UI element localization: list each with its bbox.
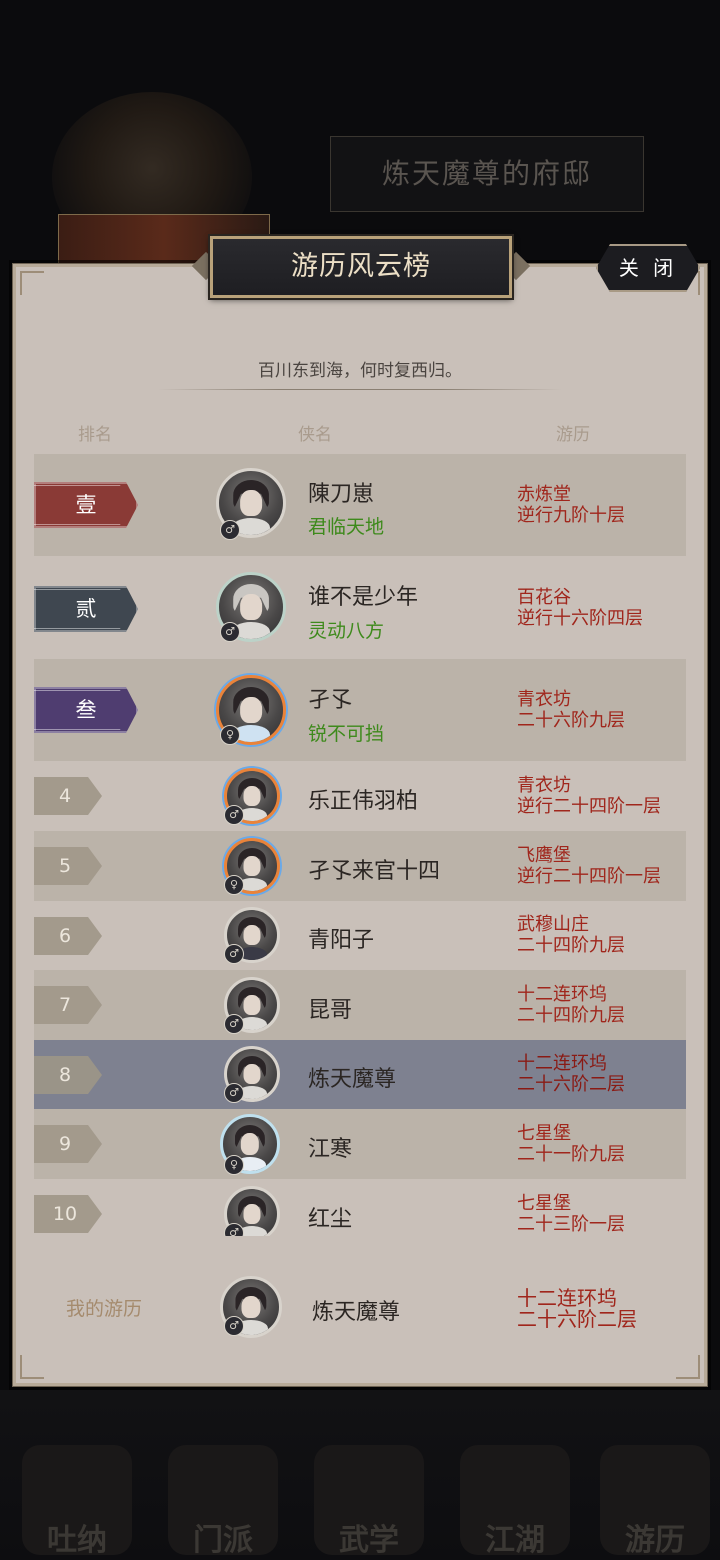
journey-level: 逆行九阶十层 bbox=[517, 505, 625, 526]
my-journey-location: 十二连环坞 bbox=[517, 1286, 617, 1310]
ranking-list[interactable]: 壹 ♂ 陳刀崽 君临天地 赤炼堂 逆行九阶十层 贰 ♂ 谁不是少年 灵动八方 百… bbox=[34, 454, 686, 1236]
ranking-row-3[interactable]: 叁 ♀ 孑孓 锐不可挡 青衣坊 二十六阶九层 bbox=[34, 659, 686, 761]
nav-tuna-label: 吐纳 bbox=[47, 1523, 107, 1558]
journey-level: 二十四阶九层 bbox=[517, 935, 625, 956]
rank-badge: 贰 bbox=[34, 586, 138, 632]
journey-location: 青衣坊 bbox=[517, 689, 571, 710]
ranking-row-7[interactable]: 7 ♂ 昆哥 十二连环坞 二十四阶九层 bbox=[34, 970, 686, 1040]
rank-badge: 4 bbox=[34, 777, 102, 815]
male-icon: ♂ bbox=[224, 944, 244, 964]
player-name: 谁不是少年 bbox=[308, 585, 419, 610]
rank-badge: 6 bbox=[34, 917, 102, 955]
ranking-row-4[interactable]: 4 ♂ 乐正伟羽柏 青衣坊 逆行二十四阶一层 bbox=[34, 761, 686, 831]
journey-location: 十二连环坞 bbox=[517, 1053, 607, 1074]
female-icon: ♀ bbox=[224, 875, 244, 895]
player-name: 孑孓来官十四 bbox=[308, 859, 441, 884]
motto-text: 百川东到海，何时复西归。 bbox=[258, 361, 462, 381]
male-icon: ♂ bbox=[224, 1316, 244, 1336]
divider bbox=[158, 389, 562, 390]
dialog-title: 游历风云榜 bbox=[210, 236, 512, 298]
male-icon: ♂ bbox=[224, 1223, 244, 1236]
male-icon: ♂ bbox=[224, 805, 244, 825]
player-name: 陳刀崽 bbox=[308, 482, 375, 507]
player-name: 昆哥 bbox=[308, 998, 353, 1023]
player-title: 君临天地 bbox=[308, 516, 385, 538]
mansion-title: 炼天魔尊的府邸 bbox=[330, 136, 644, 212]
journey-location: 百花谷 bbox=[517, 587, 571, 608]
journey-location: 赤炼堂 bbox=[517, 484, 571, 505]
journey-level: 二十四阶九层 bbox=[517, 1005, 625, 1026]
my-journey-level: 二十六阶二层 bbox=[517, 1307, 637, 1331]
player-name: 炼天魔尊 bbox=[308, 1067, 397, 1092]
nav-martial-label: 武学 bbox=[339, 1523, 399, 1558]
player-name: 红尘 bbox=[308, 1207, 353, 1232]
player-title: 灵动八方 bbox=[308, 620, 385, 642]
journey-level: 逆行二十四阶一层 bbox=[517, 796, 661, 817]
journey-location: 七星堡 bbox=[517, 1193, 571, 1214]
my-journey-label: 我的游历 bbox=[66, 1298, 143, 1320]
ranking-row-6[interactable]: 6 ♂ 青阳子 武穆山庄 二十四阶九层 bbox=[34, 901, 686, 970]
journey-level: 二十六阶二层 bbox=[517, 1074, 625, 1095]
male-icon: ♂ bbox=[220, 520, 240, 540]
player-title: 锐不可挡 bbox=[308, 723, 385, 745]
male-icon: ♂ bbox=[224, 1014, 244, 1034]
journey-location: 十二连环坞 bbox=[517, 984, 607, 1005]
journey-location: 七星堡 bbox=[517, 1123, 571, 1144]
player-name: 乐正伟羽柏 bbox=[308, 789, 419, 814]
journey-level: 逆行十六阶四层 bbox=[517, 608, 643, 629]
journey-level: 二十六阶九层 bbox=[517, 710, 625, 731]
journey-location: 青衣坊 bbox=[517, 775, 571, 796]
ranking-row-2[interactable]: 贰 ♂ 谁不是少年 灵动八方 百花谷 逆行十六阶四层 bbox=[34, 556, 686, 659]
rank-badge: 9 bbox=[34, 1125, 102, 1163]
rank-badge: 10 bbox=[34, 1195, 102, 1233]
column-header-name: 侠名 bbox=[298, 425, 332, 445]
female-icon: ♀ bbox=[224, 1155, 244, 1175]
male-icon: ♂ bbox=[220, 622, 240, 642]
column-header-journey: 游历 bbox=[556, 425, 590, 445]
journey-level: 二十一阶九层 bbox=[517, 1144, 625, 1165]
corner-ornament bbox=[20, 271, 44, 295]
player-name: 江寒 bbox=[308, 1137, 353, 1162]
ranking-row-9[interactable]: 9 ♀ 江寒 七星堡 二十一阶九层 bbox=[34, 1109, 686, 1179]
journey-location: 飞鹰堡 bbox=[517, 845, 571, 866]
rank-badge: 5 bbox=[34, 847, 102, 885]
male-icon: ♂ bbox=[224, 1083, 244, 1103]
nav-journey-label: 游历 bbox=[625, 1523, 685, 1558]
journey-level: 逆行二十四阶一层 bbox=[517, 866, 661, 887]
my-name: 炼天魔尊 bbox=[312, 1300, 401, 1325]
rank-badge: 7 bbox=[34, 986, 102, 1024]
ranking-row-10[interactable]: 10 ♂ 红尘 七星堡 二十三阶一层 bbox=[34, 1179, 686, 1236]
journey-location: 武穆山庄 bbox=[517, 914, 589, 935]
close-button[interactable]: 关 闭 bbox=[596, 244, 700, 292]
nav-jianghu-label: 江湖 bbox=[485, 1523, 545, 1558]
journey-level: 二十三阶一层 bbox=[517, 1214, 625, 1235]
rank-badge: 8 bbox=[34, 1056, 102, 1094]
player-name: 青阳子 bbox=[308, 928, 375, 953]
ranking-row-8-self[interactable]: 8 ♂ 炼天魔尊 十二连环坞 二十六阶二层 bbox=[34, 1040, 686, 1109]
my-journey-row[interactable]: 我的游历 ♂ 炼天魔尊 十二连环坞 二十六阶二层 bbox=[34, 1250, 686, 1360]
player-name: 孑孓 bbox=[308, 688, 353, 713]
ranking-row-1[interactable]: 壹 ♂ 陳刀崽 君临天地 赤炼堂 逆行九阶十层 bbox=[34, 454, 686, 556]
female-icon: ♀ bbox=[220, 725, 240, 745]
rank-badge: 壹 bbox=[34, 482, 138, 528]
column-header-rank: 排名 bbox=[78, 425, 112, 445]
ranking-row-5[interactable]: 5 ♀ 孑孓来官十四 飞鹰堡 逆行二十四阶一层 bbox=[34, 831, 686, 901]
rank-badge: 叁 bbox=[34, 687, 138, 733]
nav-sect-label: 门派 bbox=[193, 1523, 253, 1558]
